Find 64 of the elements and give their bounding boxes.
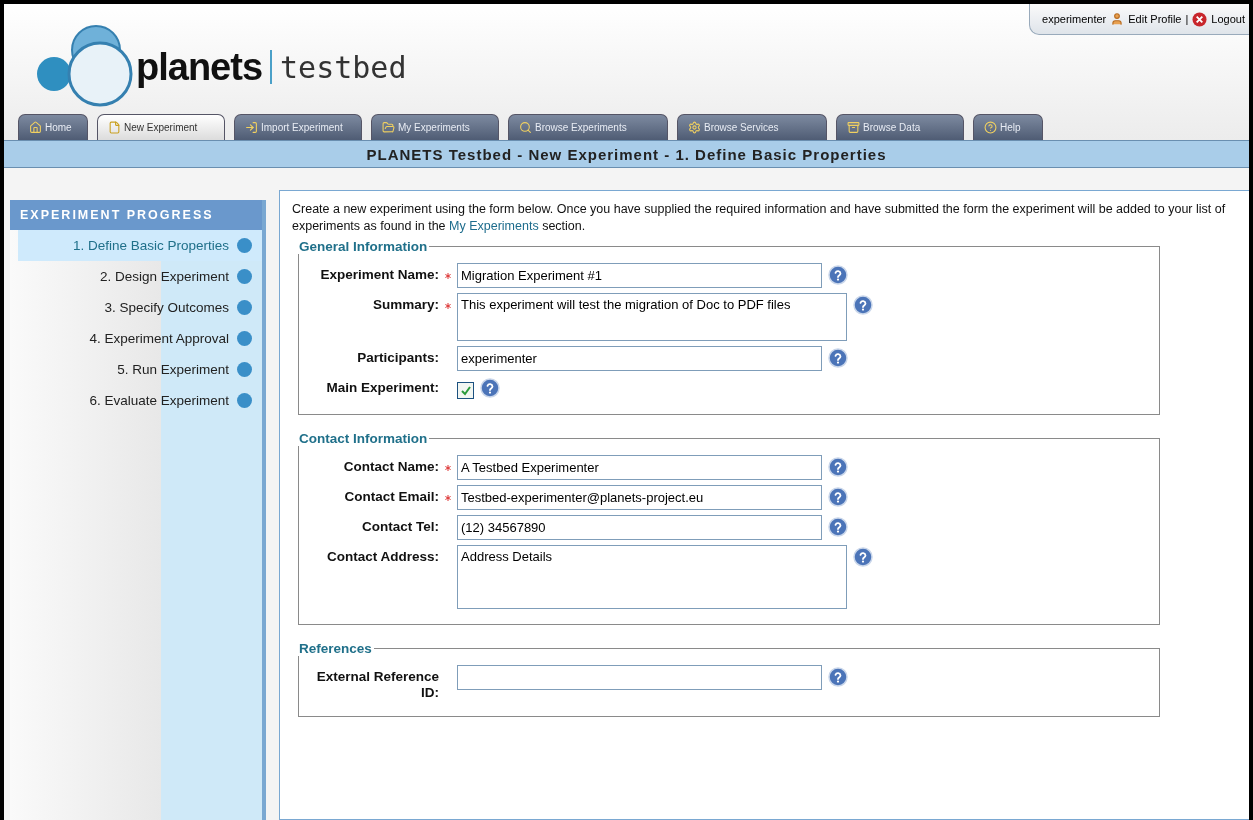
field-label: Contact Name:	[342, 458, 439, 475]
nav-tab[interactable]: Home	[18, 114, 88, 140]
help-icon[interactable]	[480, 378, 500, 398]
text-field[interactable]	[457, 665, 822, 690]
help-icon[interactable]	[828, 667, 848, 687]
text-field[interactable]: A Testbed Experimenter	[457, 455, 822, 480]
archive-icon	[847, 121, 860, 134]
search-icon	[519, 121, 532, 134]
my-experiments-link[interactable]: My Experiments	[449, 219, 539, 233]
section-title: References	[298, 641, 373, 656]
help-icon[interactable]	[828, 457, 848, 477]
nav-tab[interactable]: Help	[973, 114, 1043, 140]
edit-profile-link[interactable]: Edit Profile	[1128, 13, 1182, 25]
page-title: PLANETS Testbed - New Experiment - 1. Define Basic Properties	[4, 140, 1249, 168]
user-icon	[1110, 12, 1125, 26]
field-label: Experiment Name:	[319, 266, 439, 283]
checkbox[interactable]	[457, 382, 474, 399]
progress-step[interactable]: 4. Experiment Approval	[18, 323, 262, 354]
settings-icon	[688, 121, 701, 134]
progress-step[interactable]: 2. Design Experiment	[18, 261, 262, 292]
field-label: Contact Tel:	[361, 518, 439, 535]
help-icon	[984, 121, 997, 134]
logo-name: planets	[136, 45, 263, 89]
nav-tab[interactable]: Import Experiment	[234, 114, 362, 140]
field-label: Summary:	[371, 296, 439, 313]
logout-link[interactable]: Logout	[1211, 13, 1245, 25]
import-icon	[245, 121, 258, 134]
folder-icon	[382, 121, 395, 134]
document-icon	[108, 121, 121, 134]
field-label: Contact Address:	[326, 548, 439, 565]
text-area[interactable]: Address Details	[457, 545, 847, 609]
help-icon[interactable]	[853, 295, 873, 315]
field-label: External Reference ID:	[315, 668, 439, 701]
username: experimenter	[1042, 13, 1107, 25]
section-title: General Information	[298, 239, 429, 254]
intro-text: Create a new experiment using the form below. Once you have supplied the required information and have submitted the form the experiment will be added to your list of experiments as found in the My Experiments section.	[292, 201, 1227, 235]
field-label: Main Experiment:	[325, 379, 439, 396]
section-title: Contact Information	[298, 431, 429, 446]
close-icon	[1192, 11, 1208, 27]
text-field[interactable]: Testbed-experimenter@planets-project.eu	[457, 485, 822, 510]
logo-product: testbed	[280, 49, 407, 85]
progress-step[interactable]: 3. Specify Outcomes	[18, 292, 262, 323]
field-label: Participants:	[356, 349, 439, 366]
nav-tab[interactable]: Browse Experiments	[508, 114, 668, 140]
progress-step[interactable]: 6. Evaluate Experiment	[18, 385, 262, 416]
progress-step[interactable]: 5. Run Experiment	[18, 354, 262, 385]
text-field[interactable]: (12) 34567890	[457, 515, 822, 540]
help-icon[interactable]	[828, 265, 848, 285]
help-icon[interactable]	[828, 517, 848, 537]
text-area[interactable]: This experiment will test the migration of Doc to PDF files	[457, 293, 847, 341]
help-icon[interactable]	[828, 487, 848, 507]
nav-tab[interactable]: Browse Services	[677, 114, 827, 140]
home-icon	[29, 121, 42, 134]
text-field[interactable]: experimenter	[457, 346, 822, 371]
sidebar-title: EXPERIMENT PROGRESS	[10, 200, 262, 230]
field-label: Contact Email:	[343, 488, 439, 505]
nav-tab[interactable]: New Experiment	[97, 114, 225, 140]
nav-tab[interactable]: My Experiments	[371, 114, 499, 140]
progress-step[interactable]: 1. Define Basic Properties	[18, 230, 262, 261]
separator: |	[1185, 13, 1189, 25]
help-icon[interactable]	[853, 547, 873, 567]
nav-tab[interactable]: Browse Data	[836, 114, 964, 140]
help-icon[interactable]	[828, 348, 848, 368]
text-field[interactable]: Migration Experiment #1	[457, 263, 822, 288]
